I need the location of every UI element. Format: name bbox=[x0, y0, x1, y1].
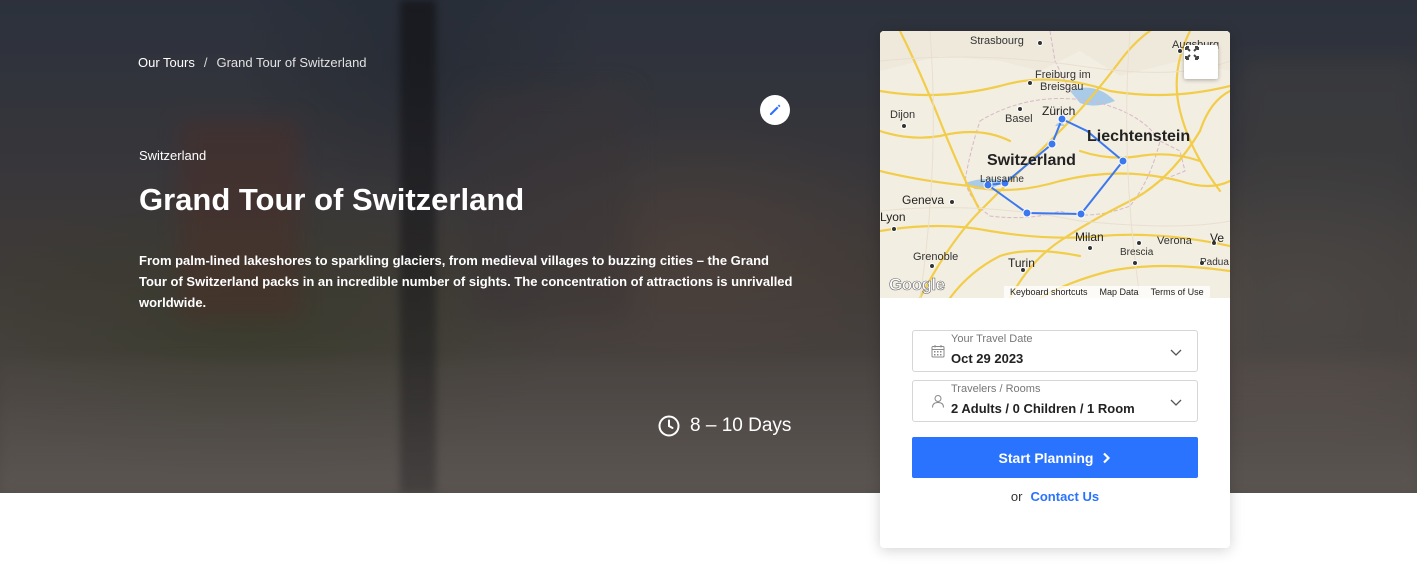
map-label-verona: Verona bbox=[1157, 235, 1192, 247]
breadcrumb: Our Tours / Grand Tour of Switzerland bbox=[138, 55, 367, 70]
person-icon bbox=[932, 395, 944, 408]
chevron-down-icon bbox=[1170, 399, 1182, 406]
chevron-down-icon bbox=[1170, 349, 1182, 356]
contact-row: or Contact Us bbox=[880, 489, 1230, 504]
start-planning-label: Start Planning bbox=[998, 449, 1094, 466]
map-label-brescia: Brescia bbox=[1120, 247, 1154, 258]
fullscreen-icon bbox=[1185, 46, 1199, 60]
travelers-label: Travelers / Rooms bbox=[951, 383, 1041, 395]
clock-icon bbox=[658, 415, 680, 437]
google-logo: Google bbox=[889, 275, 946, 295]
map-fullscreen-button[interactable] bbox=[1184, 45, 1218, 79]
breadcrumb-separator: / bbox=[203, 55, 208, 70]
page-title: Grand Tour of Switzerland bbox=[139, 182, 525, 217]
travel-date-label: Your Travel Date bbox=[951, 333, 1033, 345]
map-label-grenoble: Grenoble bbox=[913, 251, 959, 263]
chevron-right-icon bbox=[1101, 452, 1111, 464]
tour-duration: 8 – 10 Days bbox=[658, 413, 791, 439]
travel-date-value: Oct 29 2023 bbox=[951, 351, 1024, 366]
map-label-switzerland: Switzerland bbox=[987, 152, 1076, 169]
pencil-icon bbox=[770, 104, 781, 115]
map-keyboard-shortcuts-link[interactable]: Keyboard shortcuts bbox=[1004, 286, 1094, 298]
map-label-freiburg: Freiburg im bbox=[1035, 69, 1091, 81]
map-footer: Keyboard shortcuts Map Data Terms of Use bbox=[1004, 286, 1210, 298]
map-label-turin: Turin bbox=[1008, 256, 1035, 270]
travelers-value: 2 Adults / 0 Children / 1 Room bbox=[951, 401, 1135, 416]
breadcrumb-current: Grand Tour of Switzerland bbox=[216, 55, 367, 70]
tour-description: From palm-lined lakeshores to sparkling … bbox=[139, 253, 793, 310]
map-label-strasbourg: Strasbourg bbox=[970, 35, 1024, 47]
edit-button[interactable] bbox=[760, 95, 790, 125]
map-label-geneva: Geneva bbox=[902, 193, 945, 207]
travel-date-field[interactable]: Your Travel Date Oct 29 2023 bbox=[912, 330, 1198, 372]
start-planning-button[interactable]: Start Planning bbox=[912, 437, 1198, 478]
map-label-dijon: Dijon bbox=[890, 109, 916, 121]
route-map[interactable]: Strasbourg Augsburg Freiburg im Breisgau… bbox=[880, 31, 1230, 298]
map-label-lyon: Lyon bbox=[880, 210, 906, 224]
map-terms-link[interactable]: Terms of Use bbox=[1145, 286, 1210, 298]
calendar-icon bbox=[931, 345, 945, 358]
or-text: or bbox=[1010, 489, 1023, 504]
map-label-liechtenstein: Liechtenstein bbox=[1087, 128, 1191, 145]
booking-card: Strasbourg Augsburg Freiburg im Breisgau… bbox=[880, 31, 1230, 548]
duration-text: 8 – 10 Days bbox=[690, 415, 792, 436]
map-label-zurich: Zürich bbox=[1042, 104, 1076, 118]
map-data-link[interactable]: Map Data bbox=[1094, 286, 1145, 298]
map-label-lausanne: Lausanne bbox=[980, 174, 1024, 185]
map-label-padua: Padua bbox=[1200, 257, 1229, 268]
contact-us-link[interactable]: Contact Us bbox=[1030, 489, 1099, 504]
tour-country: Switzerland bbox=[139, 148, 207, 163]
map-label-milan: Milan bbox=[1075, 230, 1104, 244]
map-label-ve: Ve bbox=[1210, 231, 1225, 245]
map-label-breisgau: Breisgau bbox=[1040, 81, 1084, 93]
travelers-rooms-field[interactable]: Travelers / Rooms 2 Adults / 0 Children … bbox=[912, 380, 1198, 422]
breadcrumb-our-tours[interactable]: Our Tours bbox=[138, 55, 195, 70]
map-label-basel: Basel bbox=[1005, 113, 1033, 125]
